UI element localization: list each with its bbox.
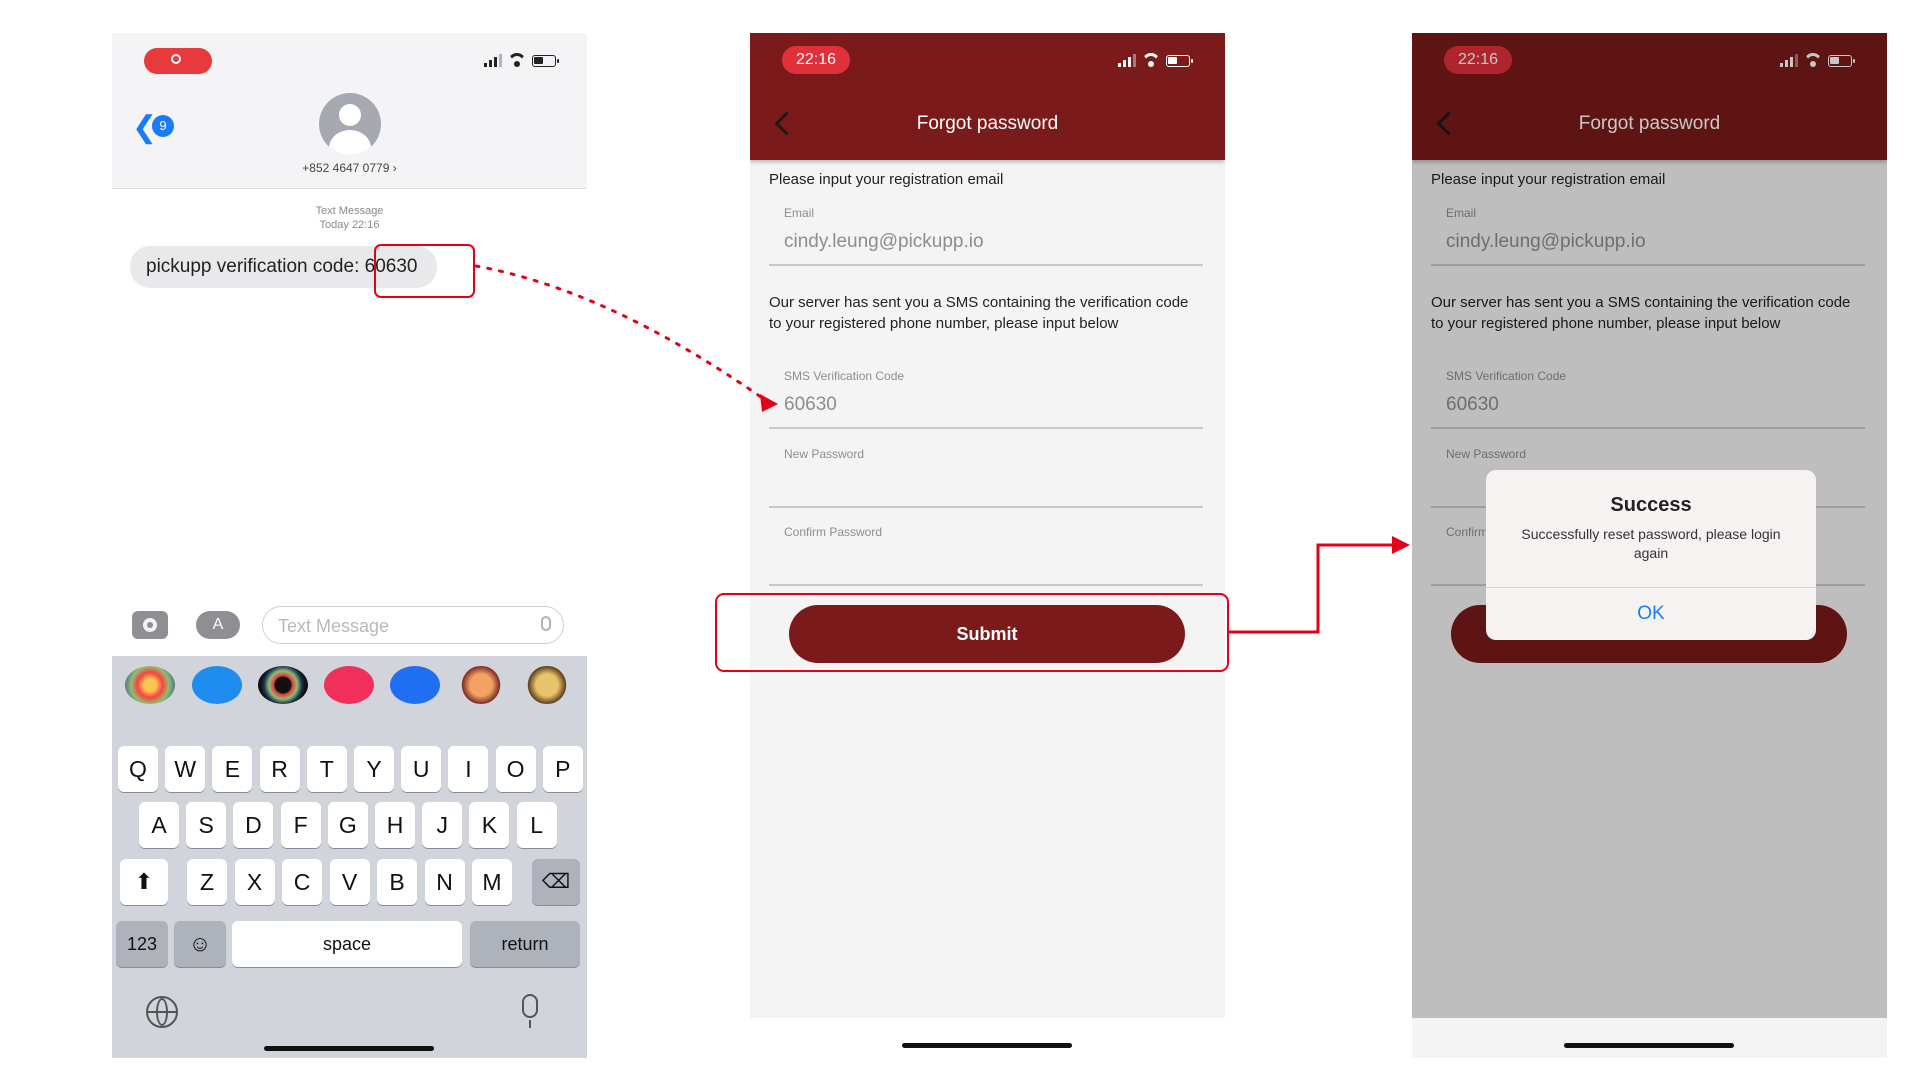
- home-indicator-2: [902, 1043, 1072, 1048]
- key-d[interactable]: D: [233, 802, 274, 848]
- audio-app-icon[interactable]: [390, 666, 440, 704]
- ok-button[interactable]: OK: [1486, 588, 1816, 640]
- shift-icon: ⬆: [134, 869, 154, 894]
- key-t[interactable]: T: [306, 746, 347, 792]
- key-x[interactable]: X: [234, 859, 275, 905]
- activity-app-icon[interactable]: [258, 666, 308, 704]
- message-meta-time: Today 22:16: [319, 219, 380, 231]
- status-icons: [484, 51, 559, 67]
- key-c[interactable]: C: [282, 859, 322, 905]
- key-i[interactable]: I: [448, 746, 489, 792]
- forgot-password-screen: 22:16 Forgot password Please input your …: [750, 33, 1225, 1018]
- new-password-field[interactable]: [769, 463, 1203, 503]
- home-indicator: [264, 1046, 434, 1051]
- key-n[interactable]: N: [424, 859, 465, 905]
- key-z[interactable]: Z: [187, 859, 227, 905]
- key-j[interactable]: J: [422, 802, 463, 848]
- messages-header: ❮ 9 +852 4647 0779 ›: [112, 33, 587, 189]
- key-m[interactable]: M: [472, 859, 512, 905]
- key-u[interactable]: U: [401, 746, 442, 792]
- dictation-microphone-icon[interactable]: [522, 994, 538, 1018]
- keyboard: QWERTYUIOP ASDFGHJKL ZXCVBNM ⬆ ⌫ 123 ☺ s…: [112, 656, 587, 1058]
- new-password-label: New Password: [784, 447, 865, 461]
- sms-code-field[interactable]: 60630: [784, 394, 837, 416]
- key-h[interactable]: H: [375, 802, 415, 848]
- sms-code-label: SMS Verification Code: [784, 369, 905, 383]
- message-input[interactable]: Text Message: [262, 606, 564, 644]
- messages-screen: ❮ 9 +852 4647 0779 › Text Message Today …: [112, 33, 587, 1058]
- confirm-password-field[interactable]: [769, 543, 1203, 583]
- verification-code-highlight: [374, 244, 475, 298]
- key-k[interactable]: K: [469, 802, 510, 848]
- sms-code-underline: [769, 427, 1203, 429]
- success-dialog: Success Successfully reset password, ple…: [1486, 470, 1816, 640]
- status-icons: [1118, 51, 1193, 67]
- key-l[interactable]: L: [516, 802, 557, 848]
- photos-app-icon[interactable]: [125, 666, 175, 704]
- email-underline: [769, 264, 1203, 266]
- backspace-icon: ⌫: [541, 871, 571, 893]
- status-time: 22:16: [782, 46, 850, 74]
- key-y[interactable]: Y: [354, 746, 394, 792]
- record-icon: [144, 48, 212, 74]
- key-a[interactable]: A: [139, 802, 179, 848]
- signal-icon: [484, 54, 502, 67]
- key-r[interactable]: R: [259, 746, 300, 792]
- success-screen: 22:16 Forgot password Please input your …: [1412, 33, 1887, 1058]
- message-meta-type: Text Message: [315, 205, 384, 217]
- page-title: Forgot password: [916, 113, 1059, 134]
- sms-note-text: Our server has sent you a SMS containing…: [769, 294, 1189, 332]
- return-key[interactable]: return: [470, 921, 580, 967]
- emoji-icon: ☺: [188, 931, 212, 956]
- submit-highlight: [715, 593, 1229, 672]
- battery-icon: [1166, 55, 1193, 67]
- email-field[interactable]: cindy.leung@pickupp.io: [784, 231, 984, 253]
- microphone-icon[interactable]: [541, 616, 551, 631]
- elbow-arrow-head: [1392, 536, 1410, 554]
- key-s[interactable]: S: [186, 802, 227, 848]
- wifi-icon: [508, 53, 526, 67]
- camera-icon[interactable]: [132, 611, 168, 639]
- message-input-row: A Text Message: [112, 601, 587, 651]
- emoji-key[interactable]: ☺: [174, 921, 226, 967]
- wifi-icon: [1142, 53, 1160, 67]
- key-f[interactable]: F: [280, 802, 321, 848]
- imessage-app-strip: [112, 656, 587, 712]
- home-indicator: [1564, 1043, 1734, 1048]
- confirm-password-label: Confirm Password: [784, 525, 883, 539]
- app-bar: 22:16 Forgot password: [750, 33, 1225, 160]
- elbow-arrow-path: [1229, 543, 1394, 634]
- dialog-title: Success: [1610, 494, 1692, 516]
- shift-key[interactable]: ⬆: [120, 859, 168, 905]
- backspace-key[interactable]: ⌫: [532, 859, 580, 905]
- confirm-password-underline: [769, 584, 1203, 586]
- battery-icon: [532, 55, 559, 67]
- dialog-message: Successfully reset password, please logi…: [1521, 526, 1781, 561]
- memoji-app-icon[interactable]: [456, 666, 506, 704]
- key-b[interactable]: B: [377, 859, 417, 905]
- numbers-key[interactable]: 123: [116, 921, 168, 967]
- globe-icon[interactable]: [146, 996, 178, 1028]
- dictation-microphone-stand: [529, 1020, 531, 1028]
- avatar[interactable]: [319, 93, 381, 155]
- animoji-app-icon[interactable]: [522, 666, 572, 704]
- email-label: Email: [784, 206, 815, 220]
- key-w[interactable]: W: [165, 746, 206, 792]
- contact-number[interactable]: +852 4647 0779 ›: [112, 161, 587, 175]
- key-p[interactable]: P: [542, 746, 583, 792]
- key-v[interactable]: V: [329, 859, 370, 905]
- app-store-icon[interactable]: A: [196, 611, 240, 639]
- app-store-app-icon[interactable]: [192, 666, 242, 704]
- key-q[interactable]: Q: [118, 746, 158, 792]
- new-password-underline: [769, 506, 1203, 508]
- instruction-text: Please input your registration email: [769, 171, 1004, 188]
- space-key[interactable]: space: [232, 921, 462, 967]
- search-images-app-icon[interactable]: [324, 666, 374, 704]
- signal-icon: [1118, 54, 1136, 67]
- message-input-placeholder: Text Message: [278, 616, 390, 636]
- key-g[interactable]: G: [327, 802, 368, 848]
- unread-badge: 9: [152, 115, 174, 137]
- key-e[interactable]: E: [212, 746, 253, 792]
- key-o[interactable]: O: [495, 746, 536, 792]
